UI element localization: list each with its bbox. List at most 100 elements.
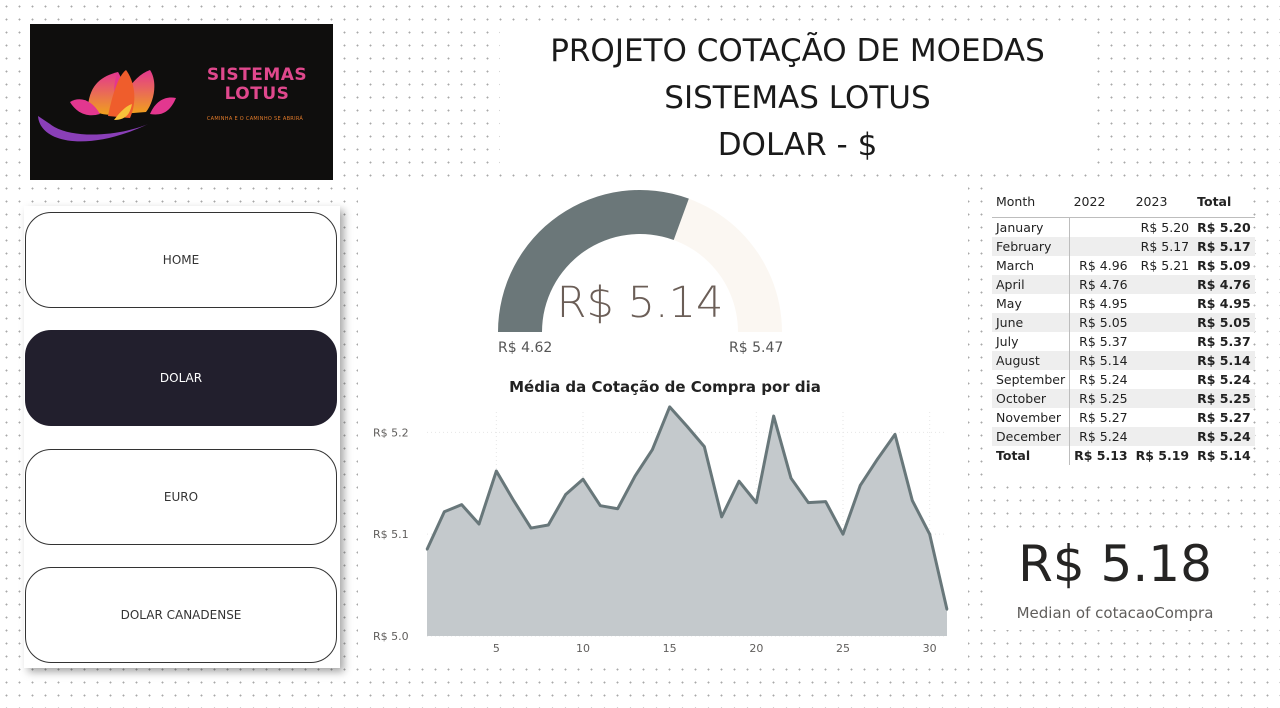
cell-value: R$ 5.24 [1079, 372, 1128, 387]
data-point [876, 457, 879, 461]
page-title: PROJETO COTAÇÃO DE MOEDAS SISTEMAS LOTUS… [550, 33, 1045, 163]
x-tick-label: 5 [493, 642, 500, 655]
data-point [616, 507, 619, 510]
nav-label: HOME [162, 253, 200, 267]
data-point [772, 414, 775, 418]
table-row: August R$ 5.14 R$ 5.14 [992, 351, 1255, 370]
data-point [668, 405, 671, 409]
cell-value [1131, 389, 1194, 408]
nav-button-home[interactable]: HOME [25, 212, 337, 308]
x-tick-label: 20 [749, 642, 763, 655]
cell-total-value: R$ 5.19 [1135, 448, 1190, 463]
y-tick-label: R$ 5.2 [373, 426, 409, 439]
data-point [945, 608, 949, 611]
x-tick-label: 30 [923, 642, 937, 655]
cell-value [1132, 294, 1194, 313]
monthly-matrix-table: Month 2022 2023 Total January R$ 5.20 R$ 5… [992, 190, 1255, 465]
data-point [651, 448, 654, 451]
header-month[interactable]: Month [992, 190, 1070, 218]
data-point [685, 425, 689, 428]
data-point [737, 480, 741, 483]
cell-value: R$ 5.24 [1069, 427, 1132, 446]
y-tick-label: R$ 5.0 [373, 630, 409, 643]
cell-value: R$ 5.17 [1131, 237, 1194, 256]
table-row: February R$ 5.17 R$ 5.17 [992, 237, 1255, 256]
data-point [443, 510, 446, 513]
table-row: March R$ 4.96 R$ 5.21 R$ 5.09 [992, 256, 1255, 275]
median-card-value: R$ 5.18 [1018, 535, 1212, 593]
x-tick-label: 10 [576, 642, 590, 655]
data-point [460, 503, 463, 506]
chart-title: Média da Cotação de Compra por dia [509, 378, 821, 396]
cell-value [1131, 313, 1194, 332]
nav-button-euro[interactable]: EURO [25, 449, 337, 545]
cell-value: R$ 5.14 [1069, 351, 1132, 370]
area-fill [427, 406, 947, 636]
data-point [633, 474, 637, 478]
median-card-label: Median of cotacaoCompra [1016, 604, 1214, 622]
cell-month: July [992, 332, 1071, 351]
cell-value [1131, 275, 1194, 294]
data-point [529, 526, 533, 530]
gauge-value: R$ 5.14 [556, 278, 724, 328]
table-header-row: Month 2022 2023 Total [992, 190, 1255, 218]
data-point [755, 501, 758, 504]
cell-value: R$ 5.09 [1197, 258, 1251, 273]
table-row: July R$ 5.37 R$ 5.37 [992, 332, 1255, 351]
data-point [893, 433, 897, 436]
cell-value: R$ 4.95 [1197, 296, 1251, 311]
area-chart: R$ 5.0 R$ 5.1 R$ 5.2 5 10 15 20 25 30 [373, 405, 949, 655]
cell-value: R$ 5.27 [1197, 410, 1251, 425]
data-point [720, 515, 723, 519]
header-2022[interactable]: 2022 [1069, 190, 1132, 218]
cell-month: October [992, 389, 1071, 408]
gauge-max-label: R$ 5.47 [729, 340, 784, 356]
header-2023[interactable]: 2023 [1131, 190, 1194, 218]
table-row: May R$ 4.95 R$ 4.95 [992, 294, 1255, 313]
table-row: October R$ 5.25 R$ 5.25 [992, 389, 1255, 408]
cell-month: January [992, 217, 1071, 237]
header-total[interactable]: Total [1193, 190, 1255, 218]
nav-label: DOLAR CANADENSE [120, 608, 242, 622]
logo-tagline: CAMINHA E O CAMINHO SE ABRIRÁ [206, 116, 304, 122]
cell-value: R$ 5.17 [1193, 237, 1255, 256]
cell-month: November [992, 408, 1071, 427]
nav-button-dolar-canadense[interactable]: DOLAR CANADENSE [25, 567, 337, 663]
data-point [841, 532, 845, 536]
data-point [564, 493, 567, 496]
cell-value: R$ 4.96 [1079, 258, 1128, 273]
data-point [911, 499, 914, 502]
cell-total-label: Total [992, 446, 1071, 465]
cell-month: June [992, 313, 1071, 332]
cell-value: R$ 5.25 [1069, 389, 1132, 408]
data-point [477, 522, 481, 526]
data-point [512, 499, 515, 502]
data-point [807, 501, 810, 504]
cell-month: March [992, 256, 1071, 275]
table-row: June R$ 5.05 R$ 5.05 [992, 313, 1255, 332]
data-point [425, 548, 429, 551]
cell-value: R$ 5.37 [1079, 334, 1128, 349]
cell-value [1132, 370, 1194, 389]
table-row: September R$ 5.24 R$ 5.24 [992, 370, 1255, 389]
x-tick-label: 15 [663, 642, 677, 655]
data-point [859, 484, 862, 487]
nav-button-dolar[interactable]: DOLAR [25, 330, 337, 426]
x-tick-label: 25 [836, 642, 850, 655]
cell-value: R$ 4.76 [1069, 275, 1132, 294]
cell-value: R$ 5.24 [1193, 427, 1255, 446]
company-logo: SISTEMAS LOTUS CAMINHA E O CAMINHO SE AB… [30, 24, 333, 180]
cell-month: September [992, 370, 1071, 389]
cell-month: April [992, 275, 1071, 294]
cell-value [1131, 351, 1194, 370]
data-point [495, 469, 498, 473]
cell-total-value: R$ 5.13 [1074, 448, 1128, 463]
cell-value: R$ 5.20 [1140, 220, 1190, 235]
cell-value [1069, 237, 1132, 256]
cell-value: R$ 4.76 [1193, 275, 1255, 294]
data-point [824, 500, 827, 503]
logo-brand-text: SISTEMAS LOTUS [206, 65, 308, 104]
cell-value [1132, 408, 1194, 427]
cell-month: August [992, 351, 1071, 370]
cell-value: R$ 5.20 [1197, 220, 1251, 235]
